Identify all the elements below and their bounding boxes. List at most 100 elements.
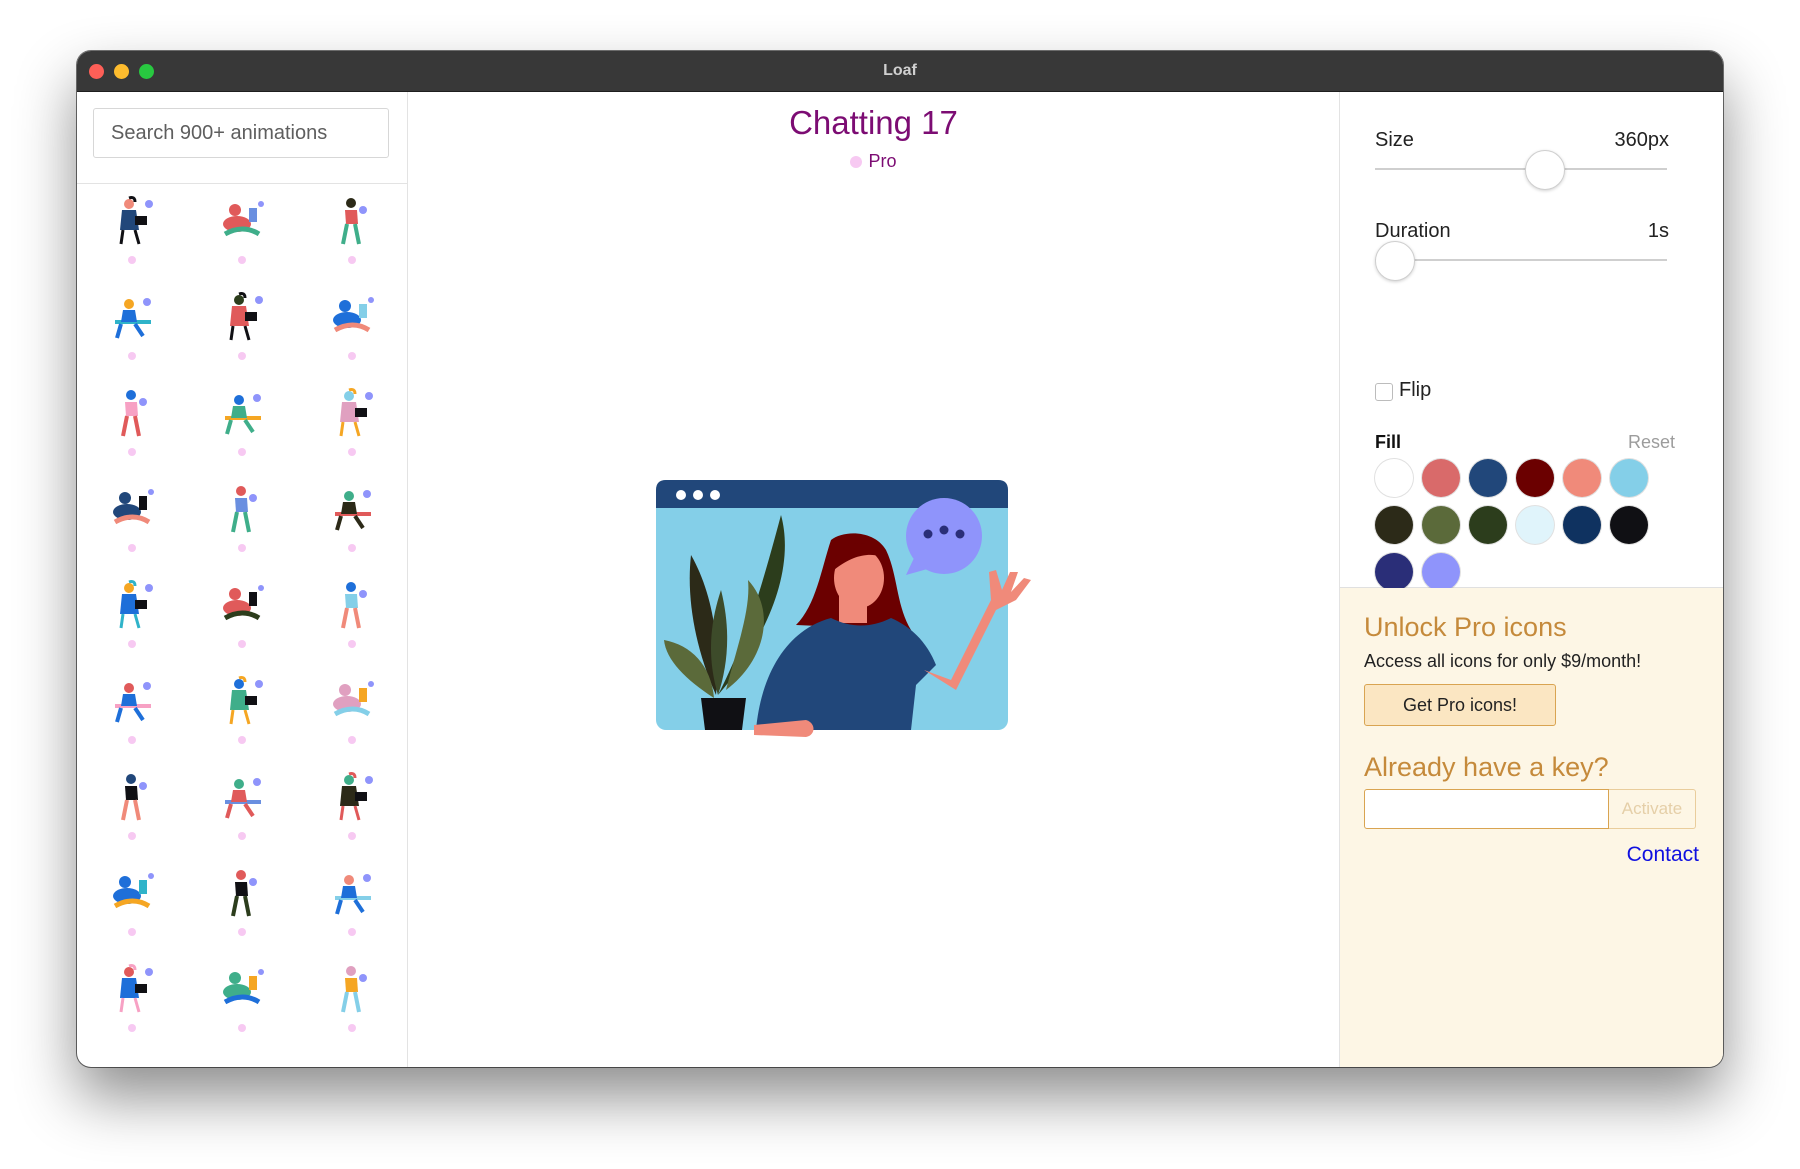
person-reading-icon: [223, 201, 264, 237]
pro-dot-icon: [128, 448, 136, 456]
animation-thumbnail[interactable]: [187, 568, 297, 664]
pro-description: Access all icons for only $9/month!: [1364, 651, 1642, 671]
animation-thumbnail[interactable]: [77, 472, 187, 568]
animation-thumbnail[interactable]: [77, 184, 187, 280]
window-title: Loaf: [883, 62, 917, 79]
fill-swatch[interactable]: [1516, 459, 1554, 497]
fill-swatch[interactable]: [1610, 459, 1648, 497]
person-lying-icon: [115, 682, 151, 723]
settings-panel: Size 360px Duration 1s Flip Fill Reset U…: [1339, 92, 1723, 1067]
pro-dot-icon: [348, 640, 356, 648]
fill-swatch[interactable]: [1610, 506, 1648, 544]
fill-swatch[interactable]: [1375, 553, 1413, 591]
duration-slider-track[interactable]: [1375, 259, 1667, 261]
animation-thumbnail[interactable]: [297, 856, 407, 952]
fill-swatch[interactable]: [1469, 459, 1507, 497]
animation-thumbnail[interactable]: [297, 664, 407, 760]
pro-dot-icon: [348, 352, 356, 360]
person-walking-icon: [115, 298, 151, 339]
duration-label: Duration: [1375, 220, 1451, 242]
animation-thumbnail[interactable]: [297, 184, 407, 280]
key-title: Already have a key?: [1364, 752, 1609, 782]
pro-dot-icon: [348, 544, 356, 552]
animation-thumbnail[interactable]: [297, 376, 407, 472]
search-input[interactable]: [93, 108, 389, 158]
animation-thumbnail[interactable]: [187, 856, 297, 952]
person-laptop-icon: [339, 772, 373, 821]
pro-dot-icon: [348, 736, 356, 744]
pro-dot-icon: [850, 156, 863, 168]
fill-swatch[interactable]: [1563, 506, 1601, 544]
person-laptop-icon: [119, 196, 153, 245]
fill-swatch[interactable]: [1375, 459, 1413, 497]
sidebar: [77, 92, 408, 1067]
animation-thumbnail[interactable]: [187, 952, 297, 1048]
flip-label: Flip: [1399, 379, 1432, 401]
animation-thumbnail[interactable]: [77, 664, 187, 760]
person-laptop-icon: [225, 394, 261, 435]
animation-thumbnail[interactable]: [187, 760, 297, 856]
animation-grid: [77, 184, 407, 1048]
pro-badge-label: Pro: [868, 151, 897, 171]
duration-slider-handle[interactable]: [1375, 241, 1415, 281]
app-window: Loaf Search 900+ animations Chatting 17 …: [77, 51, 1723, 1067]
activate-button[interactable]: Activate: [1609, 789, 1696, 829]
animation-thumbnail[interactable]: [297, 760, 407, 856]
pro-dot-icon: [128, 352, 136, 360]
animation-thumbnail[interactable]: [187, 280, 297, 376]
animation-thumbnail[interactable]: [297, 568, 407, 664]
animation-thumbnail[interactable]: [187, 184, 297, 280]
pro-dot-icon: [238, 640, 246, 648]
fill-swatch[interactable]: [1422, 506, 1460, 544]
fill-swatch[interactable]: [1469, 506, 1507, 544]
fill-swatches: [1375, 459, 1675, 600]
person-reclining-icon: [229, 292, 263, 341]
animation-thumbnail[interactable]: [77, 280, 187, 376]
animation-thumbnail[interactable]: [77, 568, 187, 664]
animation-thumbnail[interactable]: [77, 760, 187, 856]
flip-checkbox[interactable]: [1375, 383, 1393, 401]
fill-swatch[interactable]: [1516, 506, 1554, 544]
person-standing-icon: [231, 870, 257, 917]
animation-thumbnail[interactable]: [297, 280, 407, 376]
animation-thumbnail[interactable]: [187, 376, 297, 472]
animation-thumbnail[interactable]: [297, 472, 407, 568]
title-bar: Loaf: [77, 51, 1723, 92]
fill-swatch[interactable]: [1422, 553, 1460, 591]
person-sitting-icon: [333, 681, 374, 717]
fill-swatch[interactable]: [1375, 506, 1413, 544]
license-key-input[interactable]: [1364, 789, 1609, 829]
browser-dot-icon: [693, 490, 703, 500]
contact-link[interactable]: Contact: [1627, 843, 1699, 867]
pro-dot-icon: [348, 832, 356, 840]
pro-dot-icon: [128, 832, 136, 840]
chatting-illustration: [656, 480, 1031, 737]
person-sitting-icon: [223, 969, 264, 1005]
pro-dot-icon: [238, 928, 246, 936]
pro-dot-icon: [348, 928, 356, 936]
person-lying-icon: [223, 585, 264, 621]
person-laptop-icon: [113, 489, 154, 525]
animation-thumbnail[interactable]: [77, 376, 187, 472]
animation-thumbnail[interactable]: [187, 472, 297, 568]
size-slider-track[interactable]: [1375, 168, 1667, 170]
fill-label: Fill: [1375, 432, 1401, 452]
fill-swatch[interactable]: [1422, 459, 1460, 497]
size-value: 360px: [1614, 129, 1670, 151]
fill-swatch[interactable]: [1563, 459, 1601, 497]
pro-dot-icon: [238, 256, 246, 264]
reset-fill-button[interactable]: Reset: [1628, 432, 1675, 453]
size-slider-handle[interactable]: [1524, 150, 1565, 190]
pro-dot-icon: [348, 256, 356, 264]
get-pro-button[interactable]: Get Pro icons!: [1364, 684, 1556, 726]
pro-dot-icon: [348, 1024, 356, 1032]
pro-dot-icon: [238, 832, 246, 840]
pro-dot-icon: [128, 928, 136, 936]
pro-dot-icon: [128, 256, 136, 264]
person-walking-icon: [225, 778, 261, 819]
animation-thumbnail[interactable]: [297, 952, 407, 1048]
pro-dot-icon: [238, 448, 246, 456]
animation-thumbnail[interactable]: [77, 952, 187, 1048]
animation-thumbnail[interactable]: [187, 664, 297, 760]
animation-thumbnail[interactable]: [77, 856, 187, 952]
